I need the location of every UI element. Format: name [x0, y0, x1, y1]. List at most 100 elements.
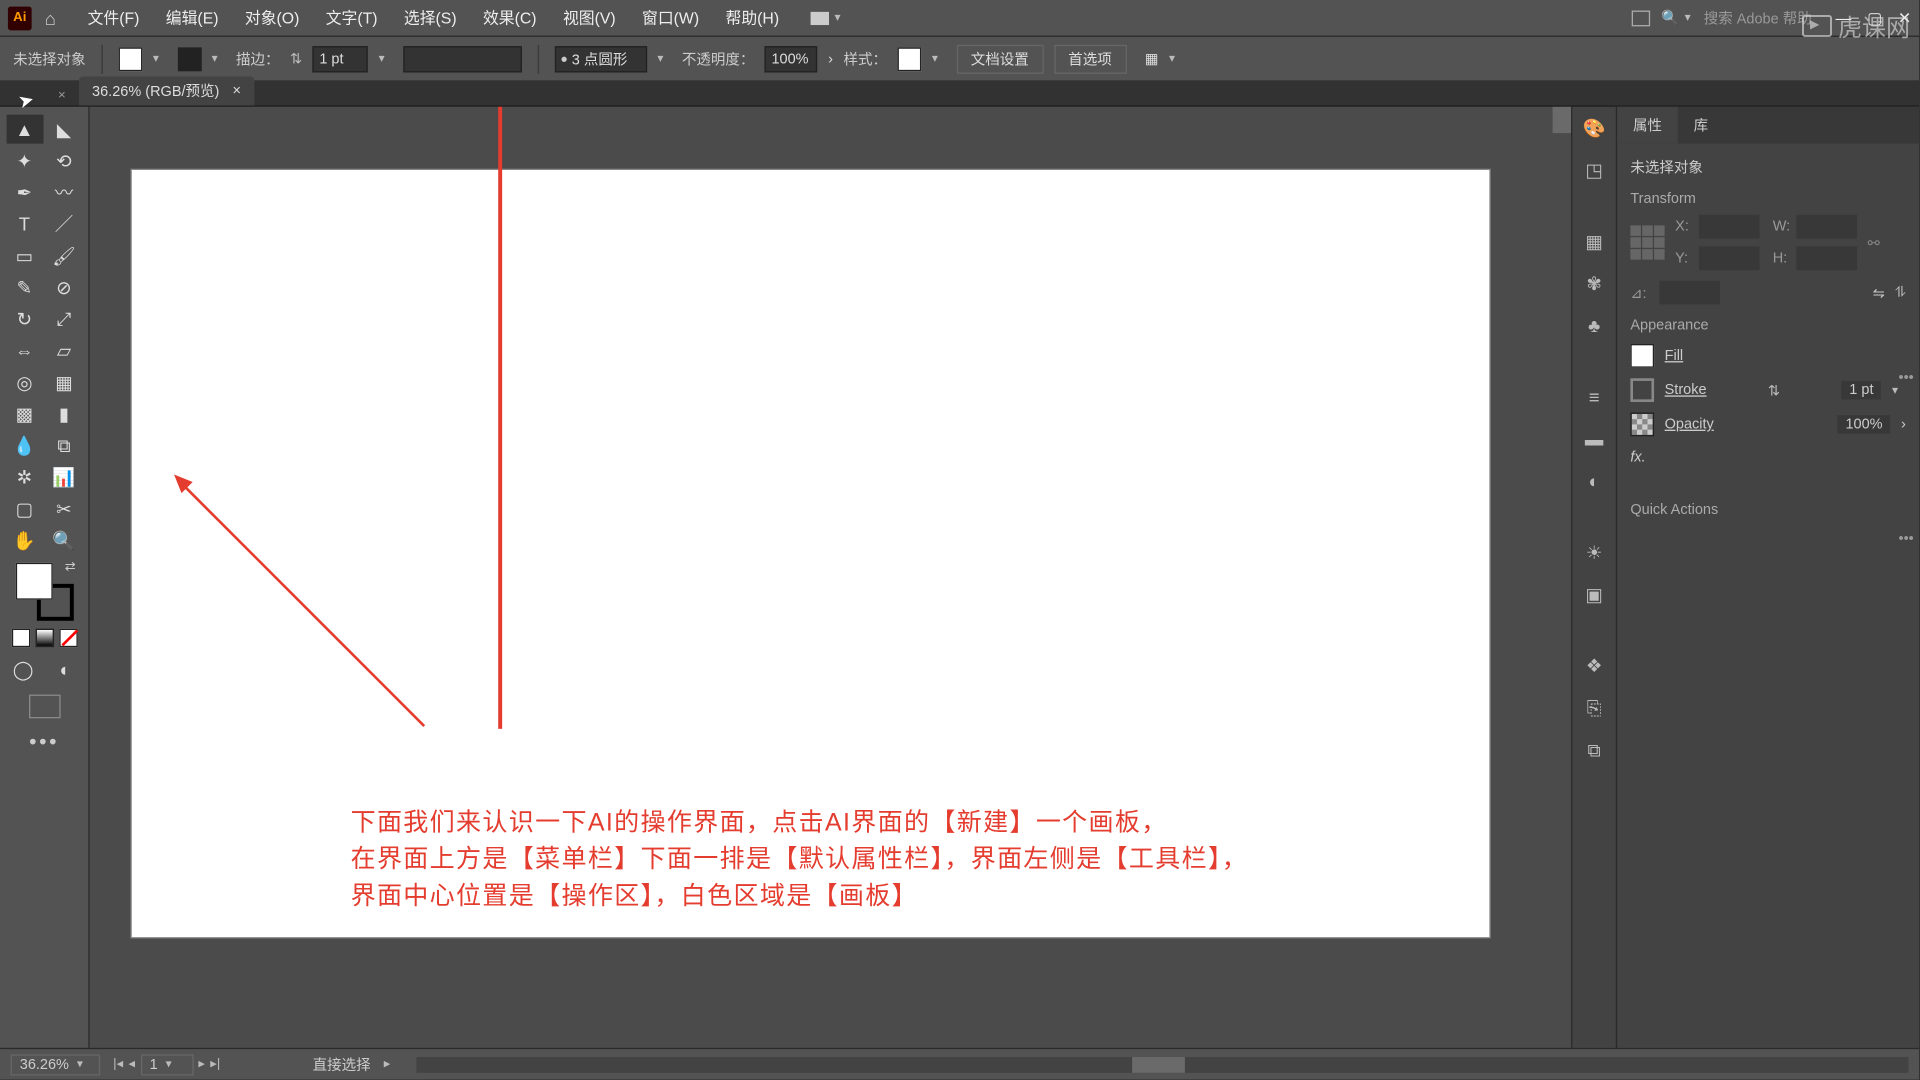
menu-effect[interactable]: 效果(C): [470, 7, 550, 29]
menu-object[interactable]: 对象(O): [232, 7, 313, 29]
angle-input[interactable]: [1659, 281, 1720, 305]
fill-color-icon[interactable]: [15, 563, 52, 600]
color-panel-icon[interactable]: 🎨: [1581, 115, 1607, 141]
vertical-scrollbar[interactable]: [1553, 107, 1571, 1053]
brush-dropdown[interactable]: 3 点圆形: [555, 45, 647, 71]
direct-selection-tool-icon[interactable]: ◣: [45, 115, 82, 144]
preferences-button[interactable]: 首选项: [1054, 44, 1126, 73]
swatches-panel-icon[interactable]: ▦: [1581, 228, 1607, 254]
stroke-weight-input[interactable]: [313, 45, 368, 71]
screen-mode-icon[interactable]: [28, 695, 60, 719]
document-tab[interactable]: 36.26% (RGB/预览) ×: [79, 76, 254, 105]
color-mode-icon[interactable]: [11, 629, 29, 647]
first-artboard-icon[interactable]: |◂: [113, 1057, 123, 1071]
artboard-number-input[interactable]: 1▾: [140, 1054, 193, 1075]
maximize-icon[interactable]: ▢: [1867, 9, 1882, 27]
appearance-more-icon[interactable]: •••: [1898, 531, 1913, 547]
column-graph-tool-icon[interactable]: 📊: [45, 463, 82, 492]
flip-h-icon[interactable]: ⇋: [1873, 284, 1885, 301]
last-artboard-icon[interactable]: ▸|: [210, 1057, 220, 1071]
selection-tool-icon[interactable]: ▲: [6, 115, 43, 144]
w-input[interactable]: [1796, 215, 1857, 239]
rotate-tool-icon[interactable]: ↻: [6, 304, 43, 333]
menu-type[interactable]: 文字(T): [313, 7, 391, 29]
width-tool-icon[interactable]: ⇔: [6, 336, 43, 365]
workspace-switcher[interactable]: ▾: [811, 11, 849, 25]
type-tool-icon[interactable]: T: [6, 210, 43, 239]
gradient-tool-icon[interactable]: ▮: [45, 399, 82, 428]
link-wh-icon[interactable]: ⚯: [1868, 234, 1880, 251]
shape-builder-tool-icon[interactable]: ◎: [6, 368, 43, 397]
hand-tool-icon[interactable]: ✋: [6, 526, 43, 555]
asset-export-panel-icon[interactable]: ⎘: [1581, 695, 1607, 721]
y-input[interactable]: [1699, 246, 1760, 270]
prev-artboard-icon[interactable]: ◂: [128, 1057, 135, 1071]
align-icon[interactable]: ▦: [1145, 50, 1159, 67]
swap-fill-stroke-icon[interactable]: ⇄: [65, 560, 76, 574]
edit-toolbar-icon[interactable]: •••: [29, 731, 59, 755]
stroke-panel-icon[interactable]: ≡: [1581, 384, 1607, 410]
graphic-styles-panel-icon[interactable]: ▣: [1581, 581, 1607, 607]
appearance-opacity-swatch[interactable]: [1630, 413, 1654, 437]
shaper-tool-icon[interactable]: ✎: [6, 273, 43, 302]
home-icon[interactable]: ⌂: [45, 7, 56, 28]
eyedropper-tool-icon[interactable]: 💧: [6, 431, 43, 460]
brushes-panel-icon[interactable]: ✾: [1581, 270, 1607, 296]
artboards-panel-icon[interactable]: ⧉: [1581, 737, 1607, 763]
menu-file[interactable]: 文件(F): [74, 7, 152, 29]
slice-tool-icon[interactable]: ✂: [45, 494, 82, 523]
zoom-dropdown[interactable]: 36.26%▾: [11, 1054, 100, 1075]
reference-point-icon[interactable]: [1630, 225, 1664, 259]
curvature-tool-icon[interactable]: 〰: [45, 178, 82, 207]
stroke-label-link[interactable]: Stroke: [1665, 382, 1707, 398]
opacity-input[interactable]: [765, 45, 818, 71]
perspective-tool-icon[interactable]: ▦: [45, 368, 82, 397]
transform-more-icon[interactable]: •••: [1898, 370, 1913, 386]
line-tool-icon[interactable]: ／: [45, 210, 82, 239]
fill-label[interactable]: Fill: [1665, 348, 1684, 364]
stroke-swatch[interactable]: [177, 47, 201, 71]
eraser-tool-icon[interactable]: ⊘: [45, 273, 82, 302]
stroke-profile[interactable]: [403, 45, 522, 71]
style-swatch[interactable]: [898, 47, 922, 71]
symbol-sprayer-tool-icon[interactable]: ✲: [6, 463, 43, 492]
tab-prev-close[interactable]: ×: [58, 88, 66, 102]
x-input[interactable]: [1699, 215, 1760, 239]
color-guide-panel-icon[interactable]: ◳: [1581, 157, 1607, 183]
document-setup-button[interactable]: 文档设置: [956, 44, 1043, 73]
opacity-label-link[interactable]: Opacity: [1665, 416, 1714, 432]
close-icon[interactable]: ✕: [1898, 9, 1911, 27]
flip-v-icon[interactable]: ⥮: [1895, 284, 1906, 301]
search-box[interactable]: 🔍▾ 搜索 Adobe 帮助: [1661, 7, 1811, 28]
appearance-stroke-value[interactable]: 1 pt: [1841, 381, 1881, 399]
gradient-panel-icon[interactable]: ▬: [1581, 426, 1607, 452]
layers-panel-icon[interactable]: ❖: [1581, 652, 1607, 678]
fx-button[interactable]: fx.: [1630, 449, 1905, 465]
magic-wand-tool-icon[interactable]: ✦: [6, 146, 43, 175]
appearance-fill-swatch[interactable]: [1630, 344, 1654, 368]
next-artboard-icon[interactable]: ▸: [198, 1057, 205, 1071]
draw-behind-icon[interactable]: ◐: [47, 655, 84, 684]
pen-tool-icon[interactable]: ✒: [6, 178, 43, 207]
tab-close-icon[interactable]: ×: [233, 83, 241, 99]
opacity-flyout-icon[interactable]: ›: [828, 51, 833, 67]
menu-view[interactable]: 视图(V): [550, 7, 629, 29]
appearance-panel-icon[interactable]: ☀: [1581, 539, 1607, 565]
gradient-mode-icon[interactable]: [35, 629, 53, 647]
appearance-stroke-swatch[interactable]: [1630, 378, 1654, 402]
mesh-tool-icon[interactable]: ▩: [6, 399, 43, 428]
symbols-panel-icon[interactable]: ♣: [1581, 312, 1607, 338]
paintbrush-tool-icon[interactable]: 🖌: [45, 241, 82, 270]
fill-stroke-control[interactable]: ⇄: [15, 563, 73, 621]
stroke-stepper[interactable]: ⇅: [290, 50, 302, 67]
canvas-area[interactable]: 下面我们来认识一下AI的操作界面，点击AI界面的【新建】一个画板， 在界面上方是…: [90, 107, 1571, 1053]
tab-properties[interactable]: 属性: [1617, 107, 1678, 144]
horizontal-scrollbar[interactable]: [417, 1056, 1909, 1072]
artboard-tool-icon[interactable]: ▢: [6, 494, 43, 523]
zoom-tool-icon[interactable]: 🔍: [45, 526, 82, 555]
appearance-opacity-value[interactable]: 100%: [1838, 415, 1891, 433]
rectangle-tool-icon[interactable]: ▭: [6, 241, 43, 270]
h-input[interactable]: [1796, 246, 1857, 270]
lasso-tool-icon[interactable]: ⟲: [45, 146, 82, 175]
menu-select[interactable]: 选择(S): [391, 7, 470, 29]
